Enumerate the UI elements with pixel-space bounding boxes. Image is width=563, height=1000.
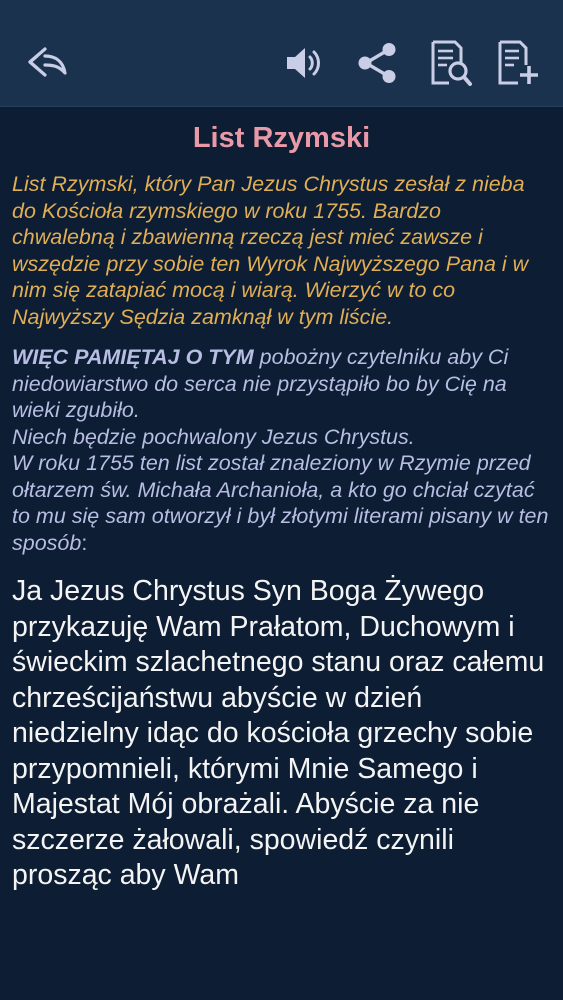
reading-content[interactable]: List Rzymski List Rzymski, który Pan Jez… xyxy=(0,107,563,1000)
audio-button[interactable] xyxy=(280,38,330,88)
letter-text: Ja Jezus Chrystus Syn Boga Żywego przyka… xyxy=(12,575,545,891)
document-search-icon xyxy=(431,40,472,86)
app-screen: List Rzymski List Rzymski, który Pan Jez… xyxy=(0,0,563,1000)
speaker-icon xyxy=(287,48,320,78)
share-icon xyxy=(358,43,396,83)
intro-paragraph: List Rzymski, który Pan Jezus Chrystus z… xyxy=(12,172,529,329)
reply-arrow-icon xyxy=(28,47,67,77)
note-paragraph: WIĘC PAMIĘTAJ O TYM pobożny czytelniku a… xyxy=(12,344,549,556)
note-emphasis: WIĘC PAMIĘTAJ O TYM xyxy=(12,345,254,369)
top-toolbar xyxy=(0,0,563,107)
note-colon: : xyxy=(81,530,88,555)
back-button[interactable] xyxy=(22,38,72,88)
search-in-text-button[interactable] xyxy=(425,38,475,88)
document-add-icon xyxy=(498,40,538,85)
page-title: List Rzymski xyxy=(192,122,371,154)
share-button[interactable] xyxy=(352,38,402,88)
note-history: W roku 1755 ten list został znaleziony w… xyxy=(12,451,549,555)
add-note-button[interactable] xyxy=(492,38,542,88)
note-greeting: Niech będzie pochwalony Jezus Chrystus. xyxy=(12,424,415,449)
